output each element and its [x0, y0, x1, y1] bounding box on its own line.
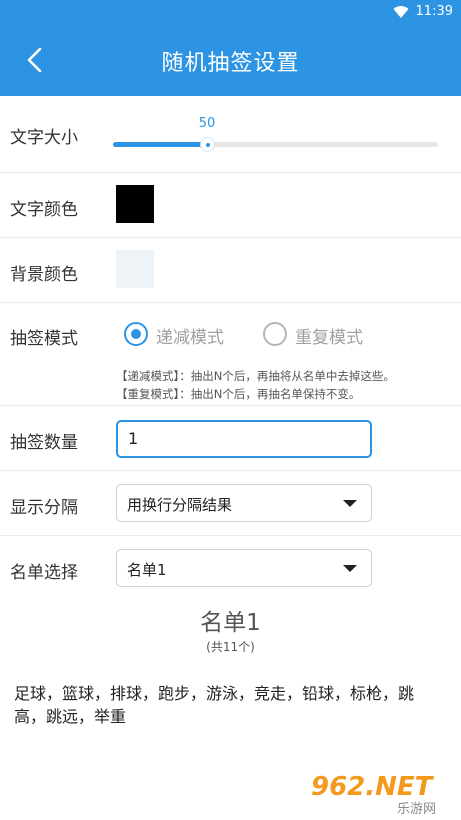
app-bar: 随机抽签设置	[0, 24, 461, 96]
status-time: 11:39	[415, 4, 453, 19]
page-title: 随机抽签设置	[161, 51, 300, 76]
divider	[0, 172, 461, 173]
bg-color-label: 背景颜色	[10, 265, 78, 285]
draw-count-value: 1	[128, 429, 139, 448]
divider	[0, 302, 461, 303]
radio-label: 重复模式	[295, 328, 363, 348]
wifi-icon	[393, 6, 409, 19]
slider-thumb[interactable]	[200, 137, 215, 152]
mode-note: 【重复模式】：抽出N个后，再抽名单保持不变。	[116, 387, 361, 401]
divider	[0, 470, 461, 471]
list-select-selected: 名单1	[127, 561, 167, 579]
draw-count-input[interactable]: 1	[116, 420, 372, 458]
draw-mode-label: 抽签模式	[10, 329, 78, 349]
watermark-subtext: 乐游网	[397, 802, 436, 816]
separator-selected: 用换行分隔结果	[127, 496, 233, 514]
divider	[0, 405, 461, 406]
watermark-text: 962.NET	[311, 772, 435, 802]
list-content: 足球，篮球，排球，跑步，游泳，竞走，铅球，标枪，跳高，跳远，举重	[14, 684, 415, 726]
font-size-label: 文字大小	[10, 128, 78, 148]
list-count: (共11个)	[206, 640, 255, 654]
bg-color-swatch[interactable]	[116, 250, 154, 288]
draw-count-label: 抽签数量	[10, 433, 78, 453]
text-color-label: 文字颜色	[10, 200, 78, 220]
font-size-value: 50	[198, 116, 216, 131]
font-size-slider[interactable]	[113, 137, 438, 152]
radio-selected-icon	[124, 322, 148, 346]
slider-fill	[113, 142, 207, 147]
radio-dot	[131, 329, 141, 339]
mode-note: 【递减模式】：抽出N个后，再抽将从名单中去掉这些。	[116, 369, 395, 383]
divider	[0, 237, 461, 238]
radio-label: 递减模式	[156, 328, 224, 348]
list-select-label: 名单选择	[10, 563, 78, 583]
dropdown-arrow-icon	[343, 565, 357, 572]
dropdown-arrow-icon	[343, 500, 357, 507]
separator-dropdown[interactable]: 用换行分隔结果	[116, 484, 372, 522]
text-color-swatch[interactable]	[116, 185, 154, 223]
separator-label: 显示分隔	[10, 498, 78, 518]
radio-unselected-icon	[263, 322, 287, 346]
status-bar: 11:39	[0, 0, 461, 24]
list-title: 名单1	[200, 610, 261, 636]
list-select-dropdown[interactable]: 名单1	[116, 549, 372, 587]
divider	[0, 535, 461, 536]
watermark-logo: 962.NET 乐游网	[311, 772, 436, 816]
